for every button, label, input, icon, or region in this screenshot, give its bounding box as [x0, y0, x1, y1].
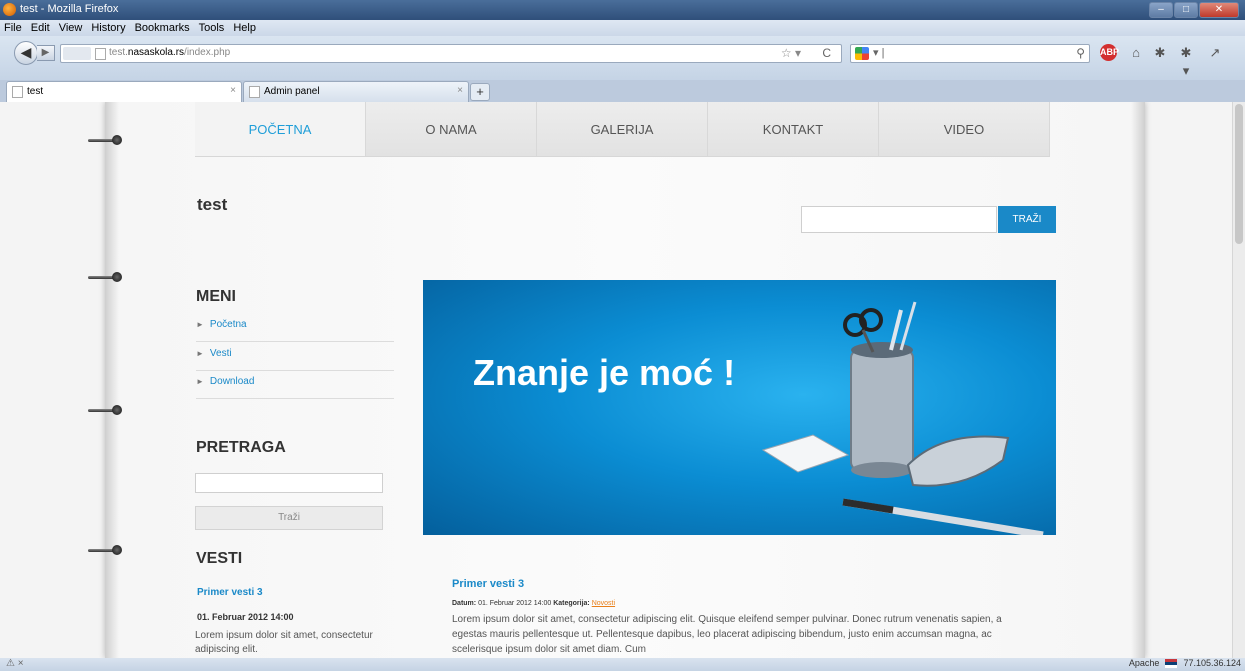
- share-icon[interactable]: ↗: [1205, 44, 1225, 62]
- status-bar: ⚠ × Apache 77.105.36.124: [0, 658, 1245, 671]
- search-heading: PRETRAGA: [196, 439, 286, 456]
- apache-status: Apache: [1128, 658, 1160, 668]
- navigation-toolbar: ◀ ▶ test.nasaskola.rs/index.php ☆ ▾ C ▾ …: [0, 36, 1245, 82]
- page-viewport: POČETNA O NAMA GALERIJA KONTAKT VIDEO te…: [0, 102, 1245, 658]
- menu-bookmarks[interactable]: Bookmarks: [135, 20, 190, 36]
- new-tab-button[interactable]: +: [470, 83, 490, 101]
- sidebar-item-pocetna[interactable]: ► Početna: [196, 314, 394, 342]
- maximize-button[interactable]: □: [1174, 2, 1198, 18]
- addon-menu-icon[interactable]: ✱ ▾: [1176, 44, 1196, 78]
- ip-address: 77.105.36.124: [1183, 658, 1241, 668]
- menu-help[interactable]: Help: [233, 20, 256, 36]
- nav-video[interactable]: VIDEO: [879, 102, 1050, 156]
- window-titlebar: test - Mozilla Firefox – □ ✕: [0, 0, 1245, 20]
- sidebar-item-vesti[interactable]: ► Vesti: [196, 343, 394, 371]
- site-identity-icon[interactable]: [63, 47, 91, 60]
- menu-edit[interactable]: Edit: [31, 20, 50, 36]
- bullet-icon: ►: [196, 377, 204, 386]
- home-icon[interactable]: ⌂: [1126, 44, 1146, 62]
- window-title: test - Mozilla Firefox: [20, 3, 119, 15]
- search-bar[interactable]: ▾ | ⚲: [850, 44, 1090, 63]
- binder-ring-icon: [88, 405, 128, 415]
- flag-icon: [1165, 658, 1178, 668]
- tab-close-icon[interactable]: ×: [230, 85, 236, 96]
- article-title[interactable]: Primer vesti 3: [452, 578, 524, 590]
- tab-label: test: [27, 86, 44, 97]
- menu-history[interactable]: History: [91, 20, 125, 36]
- page-icon: [95, 48, 106, 60]
- search-icon[interactable]: ⚲: [1076, 46, 1085, 60]
- page-icon: [249, 86, 260, 98]
- bookmark-star-icon[interactable]: ☆ ▾: [781, 46, 801, 60]
- binder-ring-icon: [88, 135, 128, 145]
- window-controls: – □ ✕: [1149, 2, 1239, 18]
- sidebar-news-title[interactable]: Primer vesti 3: [197, 587, 263, 598]
- site-title: test: [197, 195, 228, 214]
- nav-galerija[interactable]: GALERIJA: [537, 102, 708, 156]
- back-button[interactable]: ◀: [14, 41, 38, 65]
- article-meta: Datum: 01. Februar 2012 14:00 Kategorija…: [452, 600, 616, 607]
- sidebar-news-date: 01. Februar 2012 14:00: [197, 612, 294, 622]
- sidebar-item-download[interactable]: ► Download: [196, 371, 394, 399]
- sidebar-search-input[interactable]: [195, 473, 383, 493]
- binder-ring-icon: [88, 545, 128, 555]
- url-bar[interactable]: test.nasaskola.rs/index.php ☆ ▾ C: [60, 44, 842, 63]
- menu-heading: MENI: [196, 288, 236, 305]
- article-body: Lorem ipsum dolor sit amet, consectetur …: [452, 614, 1002, 655]
- menu-file[interactable]: File: [4, 20, 22, 36]
- scrollbar-thumb[interactable]: [1235, 104, 1243, 244]
- nav-kontakt[interactable]: KONTAKT: [708, 102, 879, 156]
- tab-admin-panel[interactable]: Admin panel ×: [243, 81, 469, 102]
- tab-strip: test × Admin panel × +: [0, 80, 1245, 102]
- firefox-icon: [3, 3, 16, 16]
- news-heading: VESTI: [196, 550, 243, 567]
- adblock-icon[interactable]: ABP: [1100, 44, 1119, 61]
- tab-label: Admin panel: [264, 86, 320, 97]
- menubar: File Edit View History Bookmarks Tools H…: [0, 20, 1245, 36]
- google-icon[interactable]: [855, 47, 869, 60]
- tab-close-icon[interactable]: ×: [457, 85, 463, 96]
- site-search-button[interactable]: TRAŽI: [998, 206, 1056, 233]
- addon-icon[interactable]: ✱: [1150, 44, 1170, 62]
- close-window-button[interactable]: ✕: [1199, 2, 1239, 18]
- hero-banner: Znanje je moć !: [423, 280, 1056, 535]
- vertical-scrollbar[interactable]: [1232, 102, 1245, 658]
- site-search-input[interactable]: [801, 206, 997, 233]
- menu-view[interactable]: View: [59, 20, 83, 36]
- status-warning-icon[interactable]: ⚠ ×: [6, 658, 24, 669]
- bullet-icon: ►: [196, 320, 204, 329]
- sidebar-news-text: Lorem ipsum dolor sit amet, consectetur …: [195, 630, 373, 655]
- page-icon: [12, 86, 23, 98]
- forward-button[interactable]: ▶: [37, 45, 55, 61]
- sidebar-search-button[interactable]: Traži: [195, 506, 383, 530]
- tab-test[interactable]: test ×: [6, 81, 242, 102]
- minimize-button[interactable]: –: [1149, 2, 1173, 18]
- office-supplies-illustration: [761, 301, 1044, 535]
- menu-tools[interactable]: Tools: [199, 20, 225, 36]
- site-nav: POČETNA O NAMA GALERIJA KONTAKT VIDEO: [195, 102, 1050, 157]
- category-link[interactable]: Novosti: [592, 600, 615, 607]
- nav-o-nama[interactable]: O NAMA: [366, 102, 537, 156]
- search-engine-dropdown[interactable]: ▾ |: [873, 46, 884, 59]
- binder-ring-icon: [88, 272, 128, 282]
- nav-pocetna[interactable]: POČETNA: [195, 102, 366, 156]
- reload-icon[interactable]: C: [822, 46, 831, 60]
- bullet-icon: ►: [196, 349, 204, 358]
- url-text[interactable]: test.nasaskola.rs/index.php: [109, 47, 230, 58]
